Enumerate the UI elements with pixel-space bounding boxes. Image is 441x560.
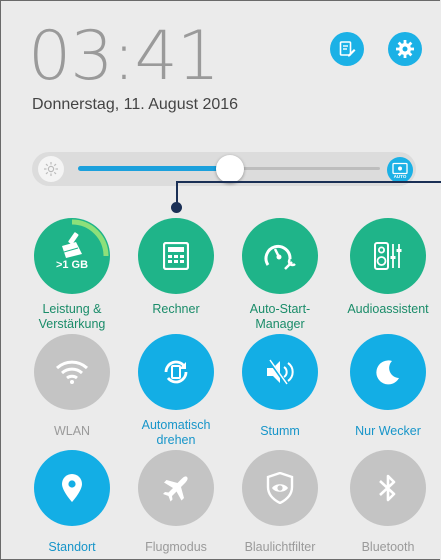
- tile-label: Flugmodus: [145, 540, 207, 554]
- location-toggle[interactable]: [34, 450, 110, 526]
- tile-autorotate[interactable]: Automatisch drehen: [124, 334, 228, 448]
- tile-bluetooth[interactable]: Bluetooth: [336, 450, 440, 555]
- tile-label: Leistung & Verstärkung: [38, 302, 106, 331]
- tile-label: Audioassistent: [347, 302, 429, 316]
- eye-shield-icon: [266, 472, 294, 504]
- autorotate-toggle[interactable]: [138, 334, 214, 410]
- brightness-thumb[interactable]: [216, 155, 244, 183]
- tile-label: Rechner: [152, 302, 200, 316]
- tile-label: Auto-Start-Manager: [249, 302, 311, 331]
- tile-label: Stumm: [260, 424, 300, 438]
- airplane-icon: [163, 476, 188, 502]
- alarm-only-toggle[interactable]: [350, 334, 426, 410]
- tile-location[interactable]: Standort: [20, 450, 124, 555]
- tile-audio[interactable]: Audioassistent: [336, 218, 440, 317]
- tile-label: Automatisch drehen: [141, 418, 211, 447]
- tile-airplane[interactable]: Flugmodus: [124, 450, 228, 555]
- clock-date[interactable]: Donnerstag, 11. August 2016: [32, 96, 238, 114]
- tile-autostart[interactable]: Auto-Start-Manager: [228, 218, 332, 332]
- bluetooth-toggle[interactable]: [350, 450, 426, 526]
- tile-label: Bluetooth: [361, 540, 415, 554]
- calculator-icon: [163, 242, 189, 270]
- pointer-line: [176, 181, 441, 183]
- tile-label: Blaulichtfilter: [244, 540, 316, 554]
- auto-label: AUTO: [394, 174, 407, 179]
- broom-icon: >1 GB: [56, 219, 109, 271]
- audio-toggle[interactable]: [350, 218, 426, 294]
- settings-button[interactable]: [388, 32, 422, 66]
- speedometer-wrench-icon: [264, 244, 296, 270]
- wifi-icon: [55, 360, 89, 384]
- tile-bluelight[interactable]: Blaulichtfilter: [228, 450, 332, 555]
- mute-toggle[interactable]: [242, 334, 318, 410]
- edit-button[interactable]: [330, 32, 364, 66]
- autostart-toggle[interactable]: [242, 218, 318, 294]
- performance-toggle[interactable]: >1 GB: [34, 218, 110, 294]
- mute-speaker-icon: [267, 359, 294, 385]
- brightness-sun-icon: [38, 156, 64, 182]
- tile-calculator[interactable]: Rechner: [124, 218, 228, 317]
- wlan-toggle[interactable]: [34, 334, 110, 410]
- auto-rotate-icon: [164, 360, 188, 384]
- moon-icon: [376, 360, 399, 385]
- clock-time[interactable]: 03:41: [28, 22, 220, 92]
- tile-label: WLAN: [53, 424, 91, 438]
- bluelight-toggle[interactable]: [242, 450, 318, 526]
- bluetooth-icon: [379, 474, 396, 502]
- tile-alarm-only[interactable]: Nur Wecker: [336, 334, 440, 439]
- gear-icon: [396, 40, 414, 58]
- calculator-toggle[interactable]: [138, 218, 214, 294]
- edit-note-icon: [339, 41, 356, 57]
- memory-badge: >1 GB: [56, 259, 88, 271]
- brightness-fill: [78, 166, 230, 171]
- tile-label: Nur Wecker: [355, 424, 421, 438]
- location-pin-icon: [62, 474, 82, 502]
- brightness-track: [230, 167, 380, 170]
- tile-wlan[interactable]: WLAN: [20, 334, 124, 439]
- auto-brightness-button[interactable]: AUTO: [387, 157, 413, 183]
- speaker-mixer-icon: [374, 242, 402, 270]
- tile-label: Standort: [48, 540, 96, 554]
- tile-performance[interactable]: >1 GB Leistung & Verstärkung: [20, 218, 124, 332]
- airplane-toggle[interactable]: [138, 450, 214, 526]
- auto-brightness-icon: AUTO: [392, 162, 408, 179]
- tile-mute[interactable]: Stumm: [228, 334, 332, 439]
- pointer-dot: [171, 202, 182, 213]
